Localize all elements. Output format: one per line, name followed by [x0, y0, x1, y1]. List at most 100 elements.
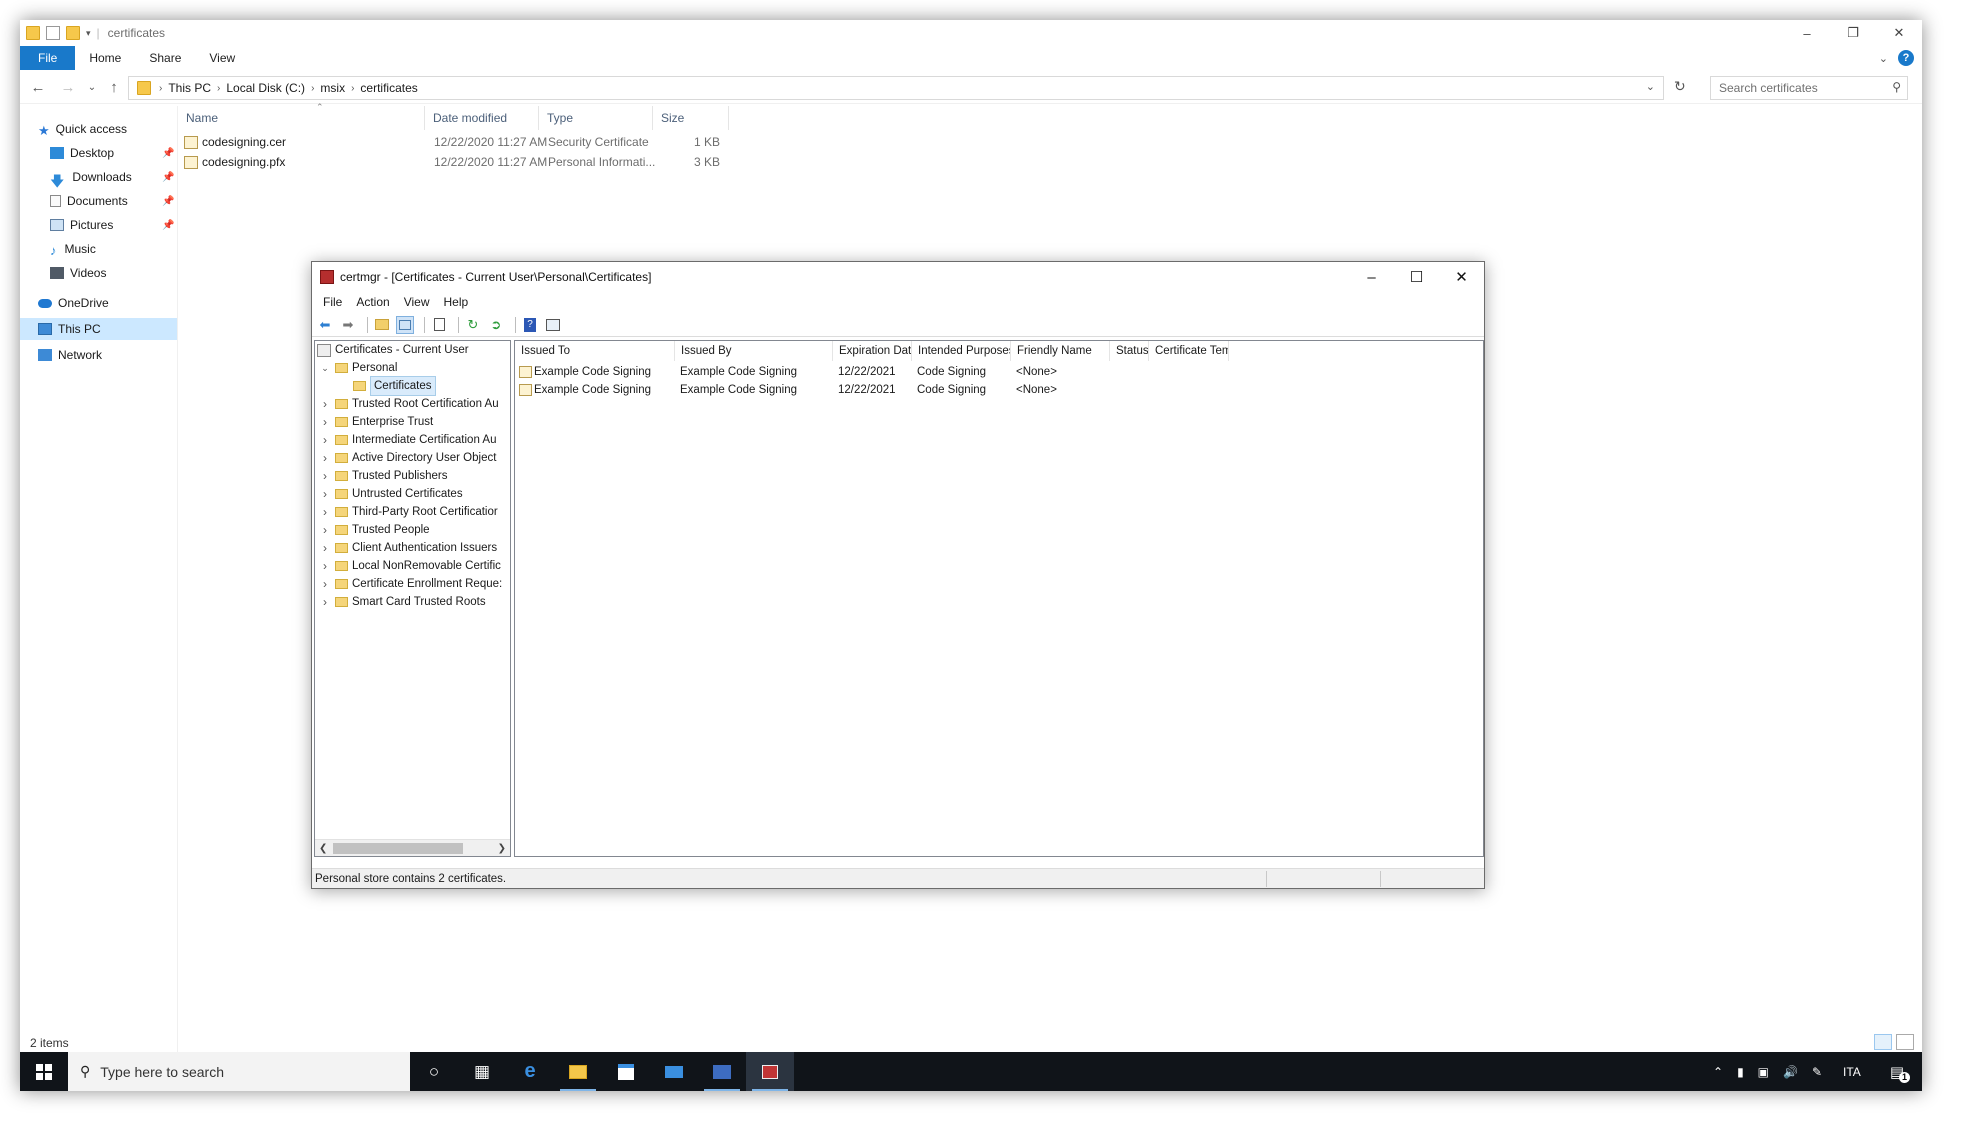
back-arrow-icon[interactable]: ⬅	[316, 316, 334, 334]
nav-documents[interactable]: Documents 📌	[50, 190, 180, 212]
close-button[interactable]: ✕	[1876, 20, 1922, 46]
tree-item-store[interactable]: › Trusted Root Certification Au	[319, 395, 499, 413]
battery-icon[interactable]: ▮	[1737, 1065, 1744, 1079]
menu-help[interactable]: Help	[437, 295, 476, 309]
collapsed-chevron-icon[interactable]: ›	[319, 467, 331, 485]
collapsed-chevron-icon[interactable]: ›	[319, 503, 331, 521]
tree-item-store[interactable]: › Third-Party Root Certificatior	[319, 503, 498, 521]
tab-view[interactable]: View	[195, 46, 249, 70]
collapsed-chevron-icon[interactable]: ›	[319, 521, 331, 539]
collapsed-chevron-icon[interactable]: ›	[319, 449, 331, 467]
show-hidden-icons-icon[interactable]: ⌃	[1713, 1065, 1723, 1079]
table-row[interactable]: Example Code Signing Example Code Signin…	[515, 381, 1483, 399]
minimize-button[interactable]: –	[1784, 20, 1830, 46]
collapsed-chevron-icon[interactable]: ›	[319, 557, 331, 575]
scroll-right-icon[interactable]: ❯	[498, 840, 506, 856]
column-header-intended-purposes[interactable]: Intended Purposes	[912, 341, 1011, 361]
details-view-icon[interactable]	[1874, 1034, 1892, 1050]
edge-browser-icon[interactable]: e	[506, 1052, 554, 1091]
scrollbar-thumb[interactable]	[333, 843, 463, 854]
tree-root[interactable]: Certificates - Current User	[317, 341, 469, 359]
search-input[interactable]: Search certificates ⚲	[1710, 76, 1908, 100]
file-explorer-taskbar-icon[interactable]	[554, 1052, 602, 1091]
tab-file[interactable]: File	[20, 46, 76, 70]
tree-item-store[interactable]: › Intermediate Certification Au	[319, 431, 496, 449]
tree-item-store[interactable]: › Untrusted Certificates	[319, 485, 463, 503]
collapsed-chevron-icon[interactable]: ›	[319, 395, 331, 413]
collapsed-chevron-icon[interactable]: ›	[319, 485, 331, 503]
collapsed-chevron-icon[interactable]: ›	[319, 575, 331, 593]
breadcrumb-separator[interactable]: ›	[159, 83, 162, 94]
tree-item-store[interactable]: › Trusted Publishers	[319, 467, 447, 485]
refresh-icon[interactable]: ↻	[1674, 78, 1686, 95]
scroll-left-icon[interactable]: ❮	[319, 840, 327, 856]
menu-file[interactable]: File	[316, 295, 349, 309]
column-header-name[interactable]: Name	[178, 106, 425, 130]
column-header-expiration-date[interactable]: Expiration Date	[833, 341, 912, 361]
help-icon[interactable]: ?	[1898, 50, 1914, 66]
expand-ribbon-icon[interactable]: ⌄	[1879, 52, 1888, 65]
taskbar-search-box[interactable]: ⚲ Type here to search	[68, 1052, 410, 1091]
tree-item-store[interactable]: › Local NonRemovable Certific	[319, 557, 501, 575]
forward-arrow-icon[interactable]: →	[58, 78, 78, 98]
start-button[interactable]	[20, 1052, 68, 1091]
collapsed-chevron-icon[interactable]: ›	[319, 413, 331, 431]
nav-music[interactable]: ♪ Music	[50, 238, 96, 260]
customize-quick-access-icon[interactable]: ▾	[86, 28, 91, 39]
column-header-date[interactable]: Date modified	[425, 106, 539, 130]
breadcrumb-separator[interactable]: ›	[217, 83, 220, 94]
recent-locations-icon[interactable]: ⌄	[82, 78, 102, 98]
nav-downloads[interactable]: 🡇 Downloads 📌	[50, 166, 180, 189]
show-hide-console-tree-icon[interactable]	[396, 315, 414, 334]
nav-pictures[interactable]: Pictures 📌	[50, 214, 180, 236]
breadcrumb-local-disk[interactable]: Local Disk (C:)	[226, 81, 305, 95]
show-action-pane-icon[interactable]	[544, 316, 562, 334]
nav-network[interactable]: Network	[38, 344, 102, 366]
large-icons-view-icon[interactable]	[1896, 1034, 1914, 1050]
nav-videos[interactable]: Videos	[50, 262, 106, 284]
collapsed-chevron-icon[interactable]: ›	[319, 539, 331, 557]
menu-view[interactable]: View	[397, 295, 437, 309]
breadcrumb-separator[interactable]: ›	[311, 83, 314, 94]
refresh-icon[interactable]: ↻	[464, 316, 482, 334]
mail-icon[interactable]	[650, 1052, 698, 1091]
tree-item-store[interactable]: › Trusted People	[319, 521, 430, 539]
collapsed-chevron-icon[interactable]: ›	[319, 593, 331, 611]
column-header-issued-by[interactable]: Issued By	[675, 341, 833, 361]
tree-item-store[interactable]: › Enterprise Trust	[319, 413, 433, 431]
nav-quick-access[interactable]: ★ Quick access	[38, 118, 127, 140]
breadcrumb-separator[interactable]: ›	[351, 83, 354, 94]
pen-icon[interactable]: ✎	[1812, 1065, 1822, 1079]
tab-share[interactable]: Share	[135, 46, 195, 70]
minimize-button[interactable]: –	[1349, 262, 1394, 292]
column-header-issued-to[interactable]: Issued To	[515, 341, 675, 361]
table-row[interactable]: Example Code Signing Example Code Signin…	[515, 363, 1483, 381]
tree-item-store[interactable]: › Smart Card Trusted Roots	[319, 593, 486, 611]
nav-this-pc[interactable]: This PC	[20, 318, 177, 340]
certmgr-taskbar-icon[interactable]	[746, 1052, 794, 1091]
tree-item-store[interactable]: › Certificate Enrollment Reque:	[319, 575, 502, 593]
action-center-icon[interactable]: ▤ 1	[1890, 1063, 1910, 1083]
breadcrumb-this-pc[interactable]: This PC	[168, 81, 211, 95]
input-language[interactable]: ITA	[1843, 1065, 1861, 1079]
tab-home[interactable]: Home	[75, 46, 135, 70]
network-status-icon[interactable]: ▣	[1758, 1065, 1769, 1079]
up-arrow-icon[interactable]: ↑	[104, 78, 124, 98]
column-header-certificate-template[interactable]: Certificate Tem...	[1149, 341, 1229, 361]
tree-item-certificates[interactable]: Certificates	[353, 376, 436, 396]
nav-onedrive[interactable]: OneDrive	[38, 292, 109, 314]
new-folder-icon[interactable]	[66, 26, 80, 40]
clipboard-icon[interactable]	[430, 316, 448, 334]
back-arrow-icon[interactable]: ←	[28, 78, 48, 98]
column-header-size[interactable]: Size	[653, 106, 729, 130]
tree-item-store[interactable]: › Client Authentication Issuers	[319, 539, 497, 557]
export-list-icon[interactable]: ➲	[487, 316, 505, 334]
collapsed-chevron-icon[interactable]: ›	[319, 431, 331, 449]
store-icon[interactable]	[602, 1052, 650, 1091]
properties-icon[interactable]	[46, 26, 60, 40]
table-row[interactable]: codesigning.cer 12/22/2020 11:27 AM Secu…	[178, 132, 778, 152]
up-one-level-icon[interactable]	[373, 316, 391, 334]
column-header-type[interactable]: Type	[539, 106, 653, 130]
nav-desktop[interactable]: Desktop 📌	[50, 142, 180, 164]
help-book-icon[interactable]: ?	[521, 316, 539, 334]
